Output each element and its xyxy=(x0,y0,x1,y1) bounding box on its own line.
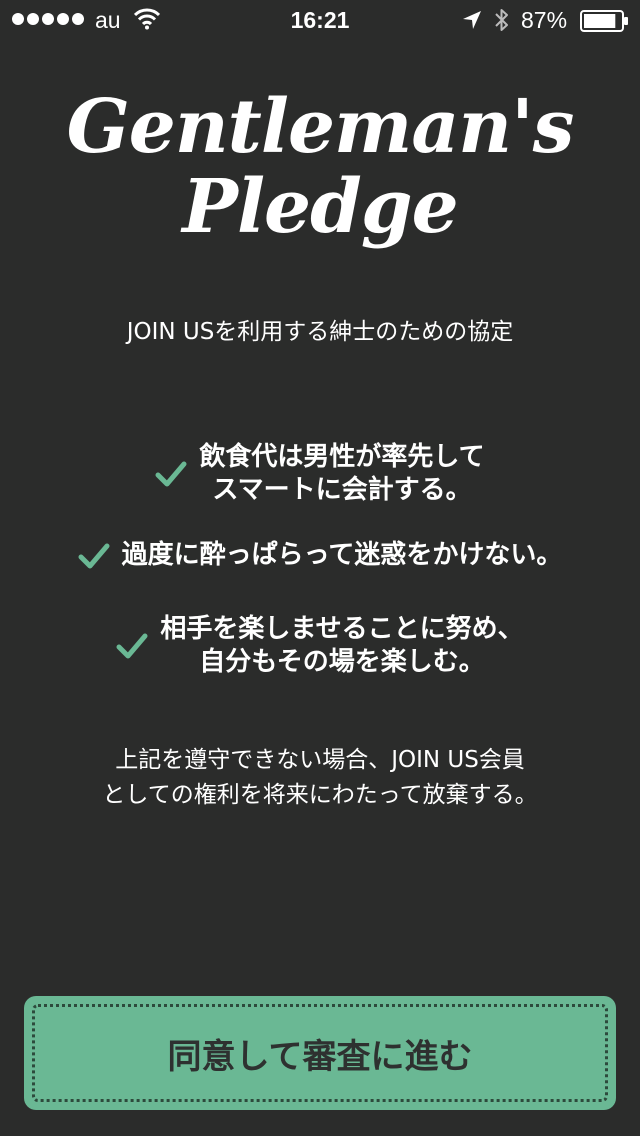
pledge-line: 相手を楽しませることに努め、 xyxy=(160,614,524,644)
check-icon xyxy=(116,633,148,659)
pledge-text: 過度に酔っぱらって迷惑をかけない。 xyxy=(122,539,563,572)
pledge-line: 過度に酔っぱらって迷惑をかけない。 xyxy=(121,540,563,570)
agree-button-label: 同意して審査に進む xyxy=(167,1036,473,1077)
forfeit-line-1: 上記を遵守できない場合、JOIN US会員 xyxy=(115,747,525,773)
pledge-item: 飲食代は男性が率先して スマートに会計する。 xyxy=(0,441,640,507)
pledge-line: スマートに会計する。 xyxy=(212,475,472,505)
title-line-2: Pledge xyxy=(182,164,458,250)
check-icon xyxy=(155,461,187,487)
check-icon xyxy=(78,543,110,568)
pledge-line: 自分もその場を楽しむ。 xyxy=(199,647,485,677)
page-subtitle: JOIN USを利用する紳士のための協定 xyxy=(126,319,514,345)
battery-icon xyxy=(580,10,628,32)
pledge-text: 相手を楽しませることに努め、 自分もその場を楽しむ。 xyxy=(160,613,523,679)
app-title-logo: Gentleman's Pledge xyxy=(60,86,580,266)
battery-percent: 87% xyxy=(521,7,568,33)
pledge-item: 過度に酔っぱらって迷惑をかけない。 xyxy=(0,539,640,572)
pledge-line: 飲食代は男性が率先して xyxy=(199,442,485,472)
status-bar: au 16:21 87% xyxy=(0,0,640,40)
forfeit-notice: 上記を遵守できない場合、JOIN US会員 としての権利を将来にわたって放棄する… xyxy=(0,743,640,813)
pledge-text: 飲食代は男性が率先して スマートに会計する。 xyxy=(199,441,484,507)
title-line-1: Gentleman's xyxy=(66,84,575,170)
pledge-item: 相手を楽しませることに努め、 自分もその場を楽しむ。 xyxy=(0,613,640,679)
location-arrow-icon xyxy=(463,11,481,29)
forfeit-line-2: としての権利を将来にわたって放棄する。 xyxy=(102,782,538,808)
bluetooth-icon xyxy=(495,9,508,31)
agree-and-proceed-button[interactable]: 同意して審査に進む xyxy=(24,996,616,1110)
